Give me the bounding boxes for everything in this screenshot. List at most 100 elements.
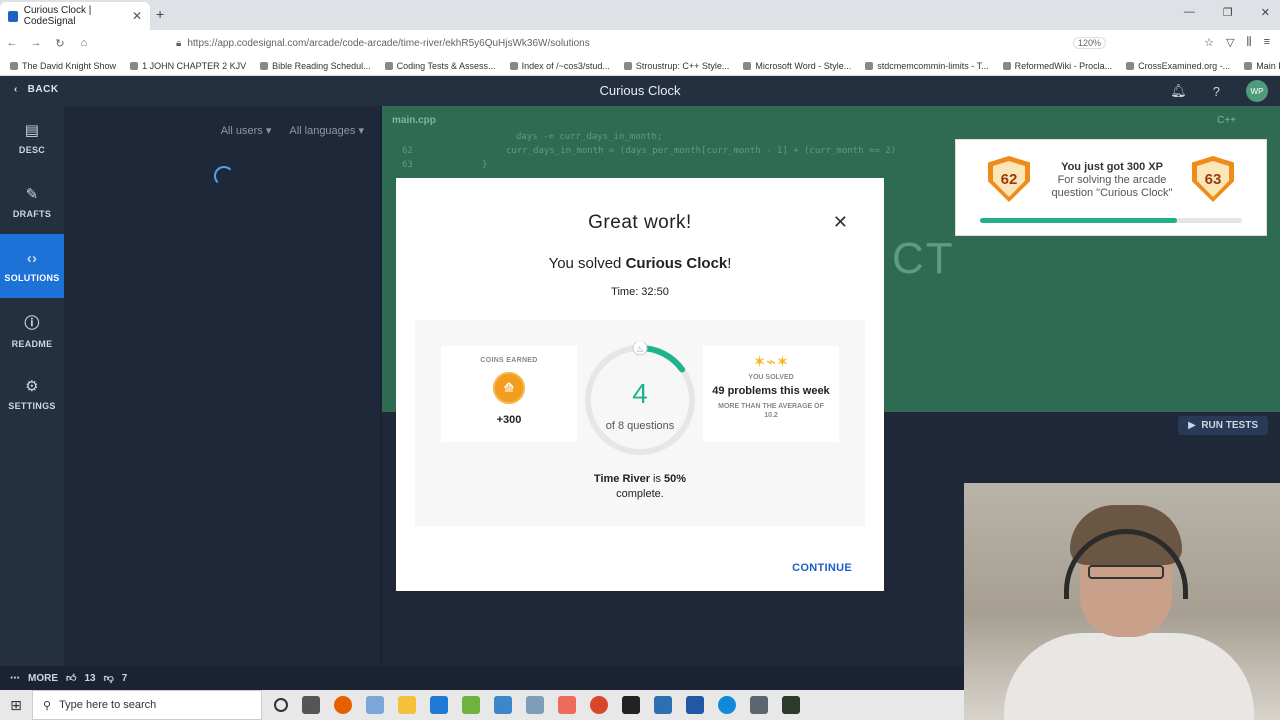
solved-task-name: Curious Clock: [625, 255, 728, 272]
bookmark-label: Main Page - Algorith...: [1256, 60, 1280, 71]
forward-arrow-icon[interactable]: →: [24, 37, 48, 49]
bookmark-item[interactable]: stdcmemcommin-limits - T...: [865, 61, 989, 71]
minimize-icon[interactable]: —: [1184, 6, 1195, 19]
thumbs-up-icon[interactable]: 👍︎: [66, 672, 76, 684]
back-arrow-icon[interactable]: ←: [0, 37, 24, 49]
bookmark-item[interactable]: Coding Tests & Assess...: [384, 61, 496, 71]
maximize-icon[interactable]: ❐: [1223, 6, 1233, 19]
home-icon[interactable]: ⌂: [72, 37, 96, 49]
lock-icon: 🔒︎: [176, 37, 182, 49]
solved-label: YOU SOLVED: [748, 374, 794, 381]
bookmark-item[interactable]: Index of /~cos3/stud...: [509, 60, 610, 71]
task-view-icon[interactable]: [302, 696, 320, 714]
bookmark-icon: [384, 61, 393, 70]
window-controls: — ❐ ✕: [1184, 6, 1270, 19]
bookmark-item[interactable]: The David Knight Show: [10, 61, 116, 71]
firefox-icon[interactable]: [334, 696, 352, 714]
edge-icon[interactable]: [718, 696, 736, 714]
powershell-icon[interactable]: [686, 696, 704, 714]
search-placeholder: Type here to search: [59, 699, 157, 711]
cortana-icon[interactable]: [274, 698, 288, 712]
bookmark-item[interactable]: CrossExamined.org -...: [1126, 61, 1230, 71]
reload-icon[interactable]: ↻: [48, 37, 72, 50]
toast-message: You just got 300 XP For solving the arca…: [1044, 161, 1180, 200]
pocket-icon[interactable]: ▽: [1226, 36, 1234, 49]
coins-value: +300: [496, 414, 522, 426]
person-torso: [1004, 633, 1254, 720]
close-tab-icon[interactable]: ✕: [132, 9, 142, 23]
toast-title: You just got 300 XP: [1061, 161, 1163, 173]
level-shield-icon: 62: [988, 156, 1030, 202]
level-to: 63: [1197, 161, 1229, 197]
bookmark-item[interactable]: Bible Reading Schedul...: [260, 61, 371, 71]
thumbs-down-icon[interactable]: 👎︎: [104, 672, 114, 684]
bookmark-item[interactable]: Main Page - Algorith...: [1244, 61, 1280, 71]
browser-tabbar: Curious Clock | CodeSignal ✕ + — ❐ ✕: [0, 0, 1280, 30]
avatar[interactable]: WP: [1246, 80, 1268, 102]
new-tab-icon[interactable]: +: [156, 6, 164, 22]
bookmark-item[interactable]: 1 JOHN CHAPTER 2 KJV: [130, 61, 246, 71]
bookmark-icon: [623, 61, 632, 70]
bookmark-icon: [509, 61, 518, 70]
star-icon[interactable]: ☆: [1204, 36, 1214, 49]
bookmark-icon: [1126, 61, 1135, 70]
xp-progress-fill: [980, 218, 1177, 223]
stars-icon: ✶⌁✶: [752, 354, 790, 371]
file-explorer-icon[interactable]: [398, 696, 416, 714]
toast-detail: For solving the arcade question "Curious…: [1051, 174, 1173, 199]
solved-message: You solved Curious Clock!: [548, 255, 732, 272]
url-text: https://app.codesignal.com/arcade/code-a…: [187, 37, 590, 49]
stats-panel: COINS EARNED ⟰ +300 ♨ 4 of 8 questions ✶…: [415, 320, 865, 526]
coins-label: COINS EARNED: [480, 357, 538, 364]
app-icon[interactable]: [526, 696, 544, 714]
taskbar-apps: [274, 696, 800, 714]
solve-time: Time: 32:50: [611, 286, 669, 298]
app-icon[interactable]: [654, 696, 672, 714]
windows-start-icon[interactable]: ⊞: [0, 697, 32, 714]
app-icon[interactable]: [494, 696, 512, 714]
app-icon[interactable]: [558, 696, 576, 714]
progress-number: 4: [632, 378, 648, 409]
bookmark-icon: [1244, 61, 1253, 70]
browser-toolbar-right: ☆ ▽ ⫼ ≡: [1204, 36, 1270, 49]
close-window-icon[interactable]: ✕: [1261, 6, 1270, 19]
more-button[interactable]: MORE: [28, 673, 58, 684]
river-percent: 50%: [664, 473, 687, 485]
console-icon[interactable]: [782, 696, 800, 714]
bookmark-icon: [130, 61, 139, 70]
zoom-level[interactable]: 120%: [1072, 37, 1106, 49]
more-icon: ⋯: [10, 672, 20, 684]
taskbar-search[interactable]: ⚲ Type here to search: [32, 690, 262, 720]
menu-icon[interactable]: ≡: [1264, 36, 1270, 49]
app-header: ‹ BACK Curious Clock 🔔︎ ? WP: [0, 76, 1280, 106]
bookmark-icon: [1002, 61, 1011, 70]
tab-title: Curious Clock | CodeSignal: [23, 5, 92, 27]
bookmark-icon: [865, 61, 874, 70]
bookmark-icon: [10, 61, 18, 70]
bell-icon[interactable]: 🔔︎: [1170, 83, 1187, 99]
river-name: Time River: [593, 473, 650, 485]
library-icon[interactable]: ⫼: [1247, 36, 1252, 49]
bookmark-label: Index of /~cos3/stud...: [521, 60, 610, 71]
modal-title: Great work!: [588, 212, 692, 233]
app-icon[interactable]: [366, 696, 384, 714]
like-count: 13: [84, 672, 96, 684]
bookmark-label: Bible Reading Schedul...: [272, 60, 371, 71]
close-icon[interactable]: ✕: [833, 212, 848, 233]
weekly-solved: 49 problems this week: [712, 385, 830, 397]
bookmark-item[interactable]: Stroustrup: C++ Style...: [623, 60, 730, 71]
terminal-icon[interactable]: [622, 696, 640, 714]
url-field[interactable]: 🔒︎ https://app.codesignal.com/arcade/cod…: [176, 33, 1136, 53]
bookmark-item[interactable]: ReformedWiki - Procla...: [1002, 61, 1112, 71]
help-icon[interactable]: ?: [1213, 84, 1220, 99]
app-icon[interactable]: [462, 696, 480, 714]
continue-button[interactable]: CONTINUE: [792, 562, 852, 574]
bookmark-label: Stroustrup: C++ Style...: [635, 60, 730, 71]
app-icon[interactable]: [750, 696, 768, 714]
page-title: Curious Clock: [599, 83, 681, 98]
vscode-icon[interactable]: [430, 696, 448, 714]
browser-tab[interactable]: Curious Clock | CodeSignal ✕: [0, 2, 150, 30]
chrome-icon[interactable]: [590, 696, 608, 714]
bookmark-item[interactable]: Microsoft Word - Style...: [743, 61, 851, 71]
codesignal-favicon-icon: [8, 10, 18, 22]
